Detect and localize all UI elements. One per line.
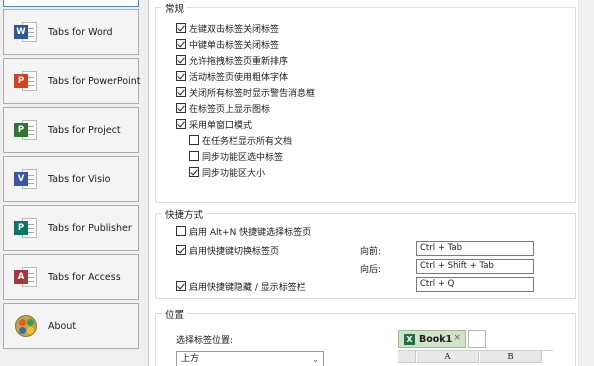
publisher-icon: P: [14, 216, 38, 240]
column-header: B: [480, 351, 542, 363]
sidebar-item-visio[interactable]: V Tabs for Visio: [3, 156, 139, 202]
checkbox[interactable]: [176, 103, 186, 113]
sidebar-item-word[interactable]: W Tabs for Word: [3, 9, 139, 55]
option-drag-reorder[interactable]: 允许拖拽标签页重新排序: [176, 54, 289, 67]
option-middleclick-close[interactable]: 中键单击标签关闭标签: [176, 38, 280, 51]
sidebar-item-powerpoint[interactable]: P Tabs for PowerPoint: [3, 58, 141, 104]
prev-tab-shortcut-field[interactable]: Ctrl + Tab: [416, 241, 534, 256]
checkbox[interactable]: [189, 167, 199, 177]
checkbox[interactable]: [176, 23, 186, 33]
option-sync-ribbon-tab[interactable]: 同步功能区选中标签: [189, 150, 284, 163]
option-label: 活动标签页使用粗体字体: [189, 72, 289, 83]
preview-tab: X Book1 ×: [398, 330, 466, 348]
next-tab-shortcut-field[interactable]: Ctrl + Shift + Tab: [416, 259, 534, 274]
checkbox[interactable]: [176, 119, 186, 129]
product-sidebar: W Tabs for Word P Tabs for PowerPoint P …: [0, 0, 148, 366]
checkbox[interactable]: [189, 135, 199, 145]
option-alt-n[interactable]: 启用 Alt+N 快捷键选择标签页: [176, 225, 312, 238]
excel-icon: X: [404, 333, 415, 345]
option-label: 在标签页上显示图标: [189, 104, 271, 115]
preview-grid: A B: [398, 350, 553, 366]
checkbox[interactable]: [176, 71, 186, 81]
powerpoint-icon: P: [14, 69, 38, 93]
option-sync-ribbon-size[interactable]: 同步功能区大小: [189, 166, 266, 179]
option-label: 启用快捷键隐藏 / 显示标签栏: [189, 282, 306, 293]
tab-position-select[interactable]: 上方 ⌄: [176, 351, 324, 366]
option-label: 启用 Alt+N 快捷键选择标签页: [189, 227, 312, 238]
option-label: 同步功能区选中标签: [202, 152, 284, 163]
toggle-tabbar-shortcut-field[interactable]: Ctrl + Q: [416, 277, 534, 292]
checkbox[interactable]: [176, 281, 186, 291]
option-switch-shortcut[interactable]: 启用快捷键切换标签页: [176, 244, 280, 257]
sidebar-item-label: Tabs for PowerPoint: [48, 75, 141, 87]
sidebar-item-label: Tabs for Visio: [48, 173, 111, 185]
sidebar-item-label: Tabs for Publisher: [48, 222, 132, 234]
option-label: 在任务栏显示所有文档: [202, 136, 293, 147]
option-bold-active[interactable]: 活动标签页使用粗体字体: [176, 70, 289, 83]
project-icon: P: [14, 118, 38, 142]
checkbox[interactable]: [176, 245, 186, 255]
option-label: 左键双击标签关闭标签: [189, 24, 280, 35]
sidebar-item-label: About: [48, 320, 77, 332]
word-icon: W: [14, 20, 38, 44]
close-icon: ×: [453, 333, 461, 343]
checkbox[interactable]: [189, 151, 199, 161]
checkbox[interactable]: [176, 87, 186, 97]
tab-position-label: 选择标签位置:: [176, 336, 234, 346]
sidebar-item-access[interactable]: A Tabs for Access: [3, 254, 139, 300]
sidebar-item-excel[interactable]: [3, 0, 139, 7]
column-header: A: [417, 351, 479, 363]
preview-new-tab: [468, 330, 486, 348]
option-label: 允许拖拽标签页重新排序: [189, 56, 289, 67]
position-group-title: 位置: [162, 307, 188, 321]
sidebar-item-project[interactable]: P Tabs for Project: [3, 107, 139, 153]
option-single-window[interactable]: 采用单窗口模式: [176, 118, 253, 131]
shortcut-group-title: 快捷方式: [162, 207, 207, 221]
access-icon: A: [14, 265, 38, 289]
option-taskbar-docs[interactable]: 在任务栏显示所有文档: [189, 134, 293, 147]
grid-corner: [398, 351, 416, 363]
sidebar-item-about[interactable]: About: [3, 303, 139, 349]
sidebar-item-label: Tabs for Access: [48, 271, 121, 283]
option-label: 启用快捷键切换标签页: [189, 246, 280, 257]
option-dblclick-close[interactable]: 左键双击标签关闭标签: [176, 22, 280, 35]
option-label: 采用单窗口模式: [189, 120, 253, 131]
vertical-scrollbar[interactable]: [578, 0, 594, 366]
tab-preview: X Book1 × A B: [395, 330, 555, 366]
option-label: 中键单击标签关闭标签: [189, 40, 280, 51]
option-show-icons[interactable]: 在标签页上显示图标: [176, 102, 271, 115]
preview-tab-title: Book1: [419, 333, 453, 345]
about-icon: [14, 314, 38, 338]
option-label: 同步功能区大小: [202, 168, 266, 179]
checkbox[interactable]: [176, 226, 186, 236]
checkbox[interactable]: [176, 39, 186, 49]
sidebar-item-label: Tabs for Project: [48, 124, 121, 136]
option-toggle-tabbar[interactable]: 启用快捷键隐藏 / 显示标签栏: [176, 280, 306, 293]
next-tab-label: 向后:: [360, 265, 382, 275]
sidebar-item-label: Tabs for Word: [48, 26, 113, 38]
tab-position-value: 上方: [181, 354, 200, 364]
option-close-warning[interactable]: 关闭所有标签时显示警告消息框: [176, 86, 316, 99]
checkbox[interactable]: [176, 55, 186, 65]
visio-icon: V: [14, 167, 38, 191]
option-label: 关闭所有标签时显示警告消息框: [189, 88, 316, 99]
chevron-down-icon: ⌄: [312, 355, 319, 364]
sidebar-item-publisher[interactable]: P Tabs for Publisher: [3, 205, 139, 251]
general-group-title: 常规: [162, 1, 188, 15]
prev-tab-label: 向前:: [360, 247, 382, 257]
